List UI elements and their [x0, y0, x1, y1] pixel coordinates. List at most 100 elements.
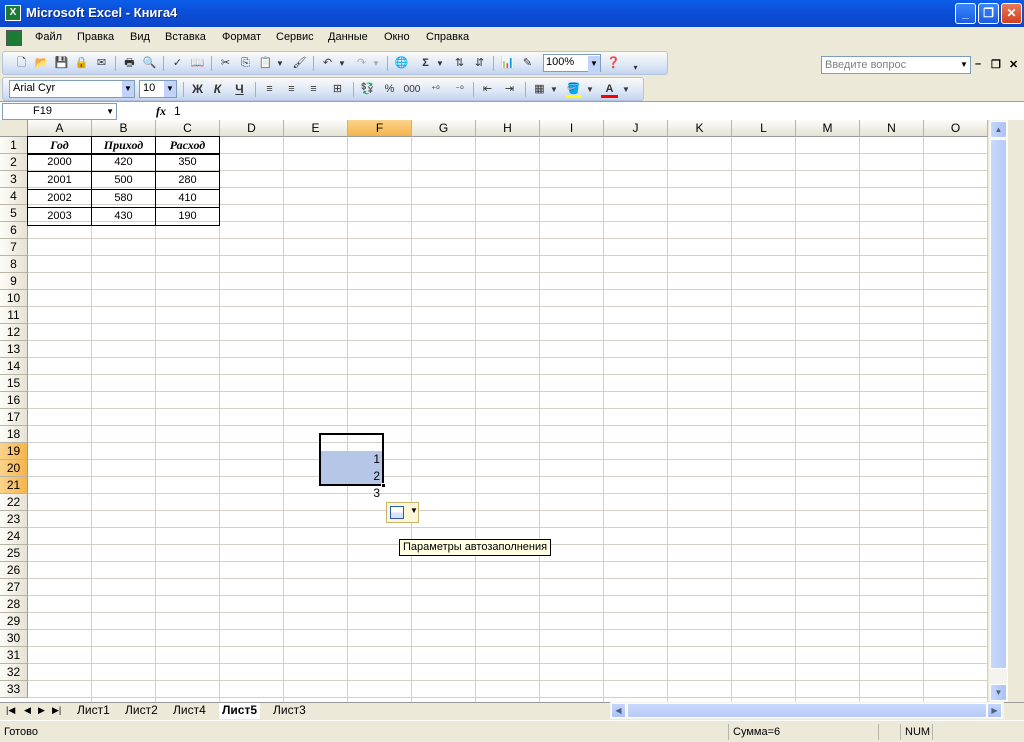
align-center-icon[interactable]: ≡: [283, 81, 300, 98]
column-header-F[interactable]: F: [348, 120, 412, 137]
table-cell-A3[interactable]: 2001: [27, 171, 92, 190]
minimize-button[interactable]: _: [955, 3, 976, 24]
table-cell-A2[interactable]: 2000: [27, 153, 92, 172]
table-cell-A5[interactable]: 2003: [27, 207, 92, 226]
increase-decimal-icon[interactable]: ⁺⁰: [427, 81, 444, 98]
scroll-up-icon[interactable]: ▲: [990, 121, 1007, 138]
row-header-17[interactable]: 17: [0, 409, 28, 426]
last-sheet-icon[interactable]: ▶|: [52, 705, 61, 716]
row-header-28[interactable]: 28: [0, 596, 28, 613]
row-header-29[interactable]: 29: [0, 613, 28, 630]
table-cell-B4[interactable]: 580: [91, 189, 156, 208]
redo-dropdown-icon[interactable]: ▼: [371, 55, 381, 72]
email-icon[interactable]: ✉: [93, 55, 110, 72]
autofill-options-button[interactable]: ▼: [386, 502, 419, 523]
autosum-icon[interactable]: Σ: [417, 55, 434, 72]
name-box-dropdown-icon[interactable]: ▼: [106, 104, 114, 119]
row-header-2[interactable]: 2: [0, 154, 28, 171]
cell-F20[interactable]: 2: [320, 468, 380, 485]
font-name-dropdown-icon[interactable]: ▼: [122, 81, 134, 97]
format-painter-icon[interactable]: 🖌: [291, 55, 308, 72]
increase-indent-icon[interactable]: ⇥: [501, 81, 518, 98]
next-sheet-icon[interactable]: ▶: [38, 705, 45, 716]
column-header-M[interactable]: M: [796, 120, 860, 137]
print-preview-icon[interactable]: 🔍: [141, 55, 158, 72]
new-icon[interactable]: 🗋: [13, 55, 30, 72]
zoom-dropdown-icon[interactable]: ▼: [588, 56, 600, 72]
column-header-A[interactable]: A: [28, 120, 92, 137]
formula-input[interactable]: 1: [174, 104, 181, 118]
font-size-dropdown-icon[interactable]: ▼: [164, 81, 176, 97]
scroll-left-icon[interactable]: ◀: [611, 703, 626, 718]
currency-icon[interactable]: 💱: [359, 81, 376, 98]
zoom-select[interactable]: 100% ▼: [543, 54, 601, 72]
menu-edit[interactable]: Правка: [77, 31, 114, 43]
row-header-32[interactable]: 32: [0, 664, 28, 681]
excel-app-icon[interactable]: X: [5, 5, 21, 21]
column-header-D[interactable]: D: [220, 120, 284, 137]
row-header-10[interactable]: 10: [0, 290, 28, 307]
doc-close-button[interactable]: ✕: [1009, 58, 1018, 71]
menu-help[interactable]: Справка: [426, 31, 469, 43]
chart-wizard-icon[interactable]: 📊: [499, 55, 516, 72]
row-header-4[interactable]: 4: [0, 188, 28, 205]
menu-tools[interactable]: Сервис: [276, 31, 314, 43]
table-cell-A4[interactable]: 2002: [27, 189, 92, 208]
copy-icon[interactable]: ⎘: [237, 55, 254, 72]
align-left-icon[interactable]: ≡: [261, 81, 278, 98]
maximize-button[interactable]: ❐: [978, 3, 999, 24]
column-header-K[interactable]: K: [668, 120, 732, 137]
menu-data[interactable]: Данные: [328, 31, 368, 43]
row-header-31[interactable]: 31: [0, 647, 28, 664]
font-color-dropdown-icon[interactable]: ▼: [621, 81, 631, 98]
print-icon[interactable]: 🖶: [121, 55, 138, 72]
first-sheet-icon[interactable]: |◀: [6, 705, 15, 716]
document-menu-icon[interactable]: [6, 30, 22, 46]
table-cell-C5[interactable]: 190: [155, 207, 220, 226]
row-header-20[interactable]: 20: [0, 460, 28, 477]
paste-icon[interactable]: 📋: [257, 55, 274, 72]
insert-function-icon[interactable]: fx: [156, 104, 166, 119]
horizontal-scrollbar[interactable]: ◀ ▶: [610, 702, 1004, 719]
worksheet-grid[interactable]: ABCDEFGHIJKLMNO 1 2 3 4 5 6 7 8 9 10 11 12 13 14 15 16 1…: [0, 120, 1024, 702]
table-cell-C2[interactable]: 350: [155, 153, 220, 172]
table-cell-B5[interactable]: 430: [91, 207, 156, 226]
column-header-E[interactable]: E: [284, 120, 348, 137]
sheet-tab-1[interactable]: Лист1: [74, 703, 113, 719]
column-header-B[interactable]: B: [92, 120, 156, 137]
row-header-15[interactable]: 15: [0, 375, 28, 392]
row-header-8[interactable]: 8: [0, 256, 28, 273]
scroll-right-icon[interactable]: ▶: [987, 703, 1002, 718]
row-header-33[interactable]: 33: [0, 681, 28, 698]
row-header-18[interactable]: 18: [0, 426, 28, 443]
row-header-27[interactable]: 27: [0, 579, 28, 596]
hyperlink-icon[interactable]: 🌐: [393, 55, 410, 72]
open-icon[interactable]: 📂: [33, 55, 50, 72]
row-header-19[interactable]: 19: [0, 443, 28, 460]
table-cell-B3[interactable]: 500: [91, 171, 156, 190]
decrease-decimal-icon[interactable]: ⁻⁰: [451, 81, 468, 98]
row-header-3[interactable]: 3: [0, 171, 28, 188]
row-header-6[interactable]: 6: [0, 222, 28, 239]
menu-insert[interactable]: Вставка: [165, 31, 206, 43]
doc-restore-button[interactable]: ❐: [991, 58, 1001, 71]
row-header-25[interactable]: 25: [0, 545, 28, 562]
sheet-tab-4[interactable]: Лист4: [170, 703, 209, 719]
percent-button[interactable]: %: [381, 81, 398, 98]
merge-center-icon[interactable]: ⊞: [329, 81, 346, 98]
column-header-O[interactable]: O: [924, 120, 988, 137]
borders-icon[interactable]: ▦: [531, 81, 548, 98]
row-header-12[interactable]: 12: [0, 324, 28, 341]
sheet-tab-3[interactable]: Лист3: [270, 703, 309, 719]
row-header-30[interactable]: 30: [0, 630, 28, 647]
autosum-dropdown-icon[interactable]: ▼: [435, 55, 445, 72]
close-button[interactable]: ✕: [1001, 3, 1022, 24]
row-header-7[interactable]: 7: [0, 239, 28, 256]
help-dropdown-icon[interactable]: ▼: [958, 57, 970, 73]
column-header-H[interactable]: H: [476, 120, 540, 137]
help-icon[interactable]: ❓: [605, 55, 622, 72]
row-header-9[interactable]: 9: [0, 273, 28, 290]
row-header-13[interactable]: 13: [0, 341, 28, 358]
menu-format[interactable]: Формат: [222, 31, 261, 43]
fill-color-icon[interactable]: 🪣: [565, 81, 582, 98]
